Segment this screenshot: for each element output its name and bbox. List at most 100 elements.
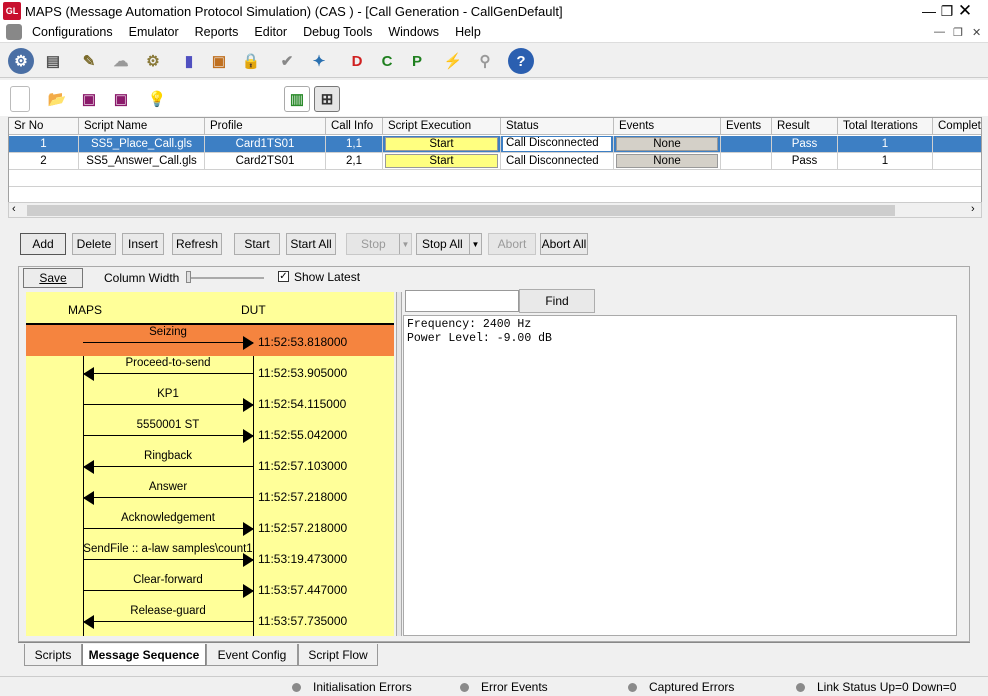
col-script-name[interactable]: Script Name — [79, 118, 205, 135]
restore-button[interactable]: ❐ — [938, 2, 956, 20]
report-d-icon[interactable]: D — [344, 48, 370, 74]
mdi-close-button[interactable]: ✕ — [972, 26, 981, 39]
menu-windows[interactable]: Windows — [380, 25, 447, 39]
menu-editor[interactable]: Editor — [246, 25, 295, 39]
table-cell-script[interactable]: SS5_Answer_Call.gls — [79, 153, 205, 170]
menu-emulator[interactable]: Emulator — [121, 25, 187, 39]
menu-configurations[interactable]: Configurations — [24, 25, 121, 39]
table-cell-complete[interactable] — [933, 153, 981, 170]
col-total-iterations[interactable]: Total Iterations — [838, 118, 933, 135]
scroll-right-icon[interactable]: › — [971, 203, 975, 215]
col-script-execution[interactable]: Script Execution — [383, 118, 501, 135]
insert-button[interactable]: Insert — [122, 233, 164, 255]
table-cell-script[interactable]: SS5_Place_Call.gls — [79, 136, 205, 153]
mdi-restore-button[interactable]: ❐ — [953, 26, 963, 39]
sequence-save-button[interactable]: Save — [23, 268, 83, 288]
sequence-message[interactable]: 5550001 ST 11:52:55.042000 — [26, 418, 394, 449]
save-as-icon[interactable]: ▣ — [108, 86, 134, 112]
cloud-icon[interactable]: ☁ — [108, 48, 134, 74]
tab-event-config[interactable]: Event Config — [206, 644, 298, 666]
tab-script-flow[interactable]: Script Flow — [298, 644, 378, 666]
table-cell-result[interactable]: Pass — [772, 136, 838, 153]
pane-splitter[interactable] — [396, 292, 402, 636]
tab-scripts[interactable]: Scripts — [24, 644, 82, 666]
new-file-icon[interactable] — [10, 86, 30, 112]
sequence-message[interactable]: SendFile :: a-law samples\count1 11:53:19… — [26, 542, 394, 573]
col-events-2[interactable]: Events — [721, 118, 772, 135]
events-button[interactable]: None — [616, 154, 718, 168]
sequence-message[interactable]: Clear-forward 11:53:57.447000 — [26, 573, 394, 604]
status-captured-errors[interactable]: Captured Errors — [628, 680, 734, 694]
lock-file-icon[interactable]: 🔒 — [238, 48, 264, 74]
table-cell-sr[interactable]: 2 — [9, 153, 79, 170]
table-cell-complete[interactable] — [933, 136, 981, 153]
menu-reports[interactable]: Reports — [187, 25, 247, 39]
show-latest-checkbox[interactable]: ✓ — [278, 271, 289, 282]
col-sr-no[interactable]: Sr No — [9, 118, 79, 135]
sequence-message[interactable]: Ringback 11:52:57.103000 — [26, 449, 394, 480]
sequence-message[interactable]: Seizing 11:52:53.818000 — [26, 325, 394, 356]
sequence-message[interactable]: Answer 11:52:57.218000 — [26, 480, 394, 511]
disconnect-icon[interactable]: ⚲ — [472, 48, 498, 74]
start-script-button[interactable]: Start — [385, 154, 498, 168]
refresh-button[interactable]: Refresh — [172, 233, 222, 255]
sequence-message[interactable]: Release-guard 11:53:57.735000 — [26, 604, 394, 635]
start-script-button[interactable]: Start — [385, 137, 498, 151]
table-cell-iterations[interactable]: 1 — [838, 153, 933, 170]
table-cell-callinfo[interactable]: 2,1 — [326, 153, 383, 170]
tools-icon[interactable]: ✦ — [306, 48, 332, 74]
open-folder-icon[interactable]: 📂 — [44, 86, 70, 112]
abort-all-button[interactable]: Abort All — [540, 233, 588, 255]
abort-button[interactable]: Abort — [488, 233, 536, 255]
sequence-message[interactable]: Acknowledgement 11:52:57.218000 — [26, 511, 394, 542]
find-button[interactable]: Find — [519, 289, 595, 313]
gear-icon[interactable]: ⚙ — [8, 48, 34, 74]
add-button[interactable]: Add — [20, 233, 66, 255]
col-profile[interactable]: Profile — [205, 118, 326, 135]
col-call-info[interactable]: Call Info — [326, 118, 383, 135]
tab-message-sequence[interactable]: Message Sequence — [82, 644, 206, 666]
mdi-minimize-button[interactable]: — — [934, 26, 945, 38]
col-complete[interactable]: Complete — [933, 118, 981, 135]
app-menu-icon[interactable] — [6, 24, 22, 40]
table-cell-sr[interactable]: 1 — [9, 136, 79, 153]
table-cell-callinfo[interactable]: 1,1 — [326, 136, 383, 153]
table-cell-events2[interactable] — [721, 153, 772, 170]
column-width-slider[interactable] — [186, 277, 264, 279]
layout-vertical-icon[interactable]: ▥ — [284, 86, 310, 112]
layout-tree-icon[interactable]: ⊞ — [314, 86, 340, 112]
table-cell-result[interactable]: Pass — [772, 153, 838, 170]
table-cell-events2[interactable] — [721, 136, 772, 153]
database-icon[interactable]: ▮ — [176, 48, 202, 74]
minimize-button[interactable]: — — [920, 2, 938, 20]
column-width-slider-thumb[interactable] — [186, 271, 191, 283]
report-p-icon[interactable]: P — [404, 48, 430, 74]
stop-all-dropdown-icon[interactable]: ▼ — [469, 234, 481, 254]
status-link-status[interactable]: Link Status Up=0 Down=0 — [796, 680, 956, 694]
check-tool-icon[interactable]: ✔ — [274, 48, 300, 74]
gears-icon[interactable]: ⚙ — [140, 48, 166, 74]
status-initialisation-errors[interactable]: Initialisation Errors — [292, 680, 412, 694]
table-cell-iterations[interactable]: 1 — [838, 136, 933, 153]
sequence-message[interactable]: KP1 11:52:54.115000 — [26, 387, 394, 418]
save-icon[interactable]: ▣ — [76, 86, 102, 112]
col-events[interactable]: Events — [614, 118, 721, 135]
help-icon[interactable]: ? — [508, 48, 534, 74]
table-horizontal-scrollbar[interactable]: ‹ › — [8, 202, 982, 218]
delete-button[interactable]: Delete — [72, 233, 116, 255]
stop-button[interactable]: Stop ▼ — [346, 233, 412, 255]
scroll-left-icon[interactable]: ‹ — [12, 203, 16, 215]
close-button[interactable]: ✕ — [956, 2, 974, 20]
col-status[interactable]: Status — [501, 118, 614, 135]
start-all-button[interactable]: Start All — [286, 233, 336, 255]
script-edit-icon[interactable]: ✎ — [76, 48, 102, 74]
scrollbar-thumb[interactable] — [27, 205, 895, 216]
sequence-message[interactable]: Proceed-to-send 11:52:53.905000 — [26, 356, 394, 387]
col-result[interactable]: Result — [772, 118, 838, 135]
message-detail-text[interactable]: Frequency: 2400 Hz Power Level: -9.00 dB — [403, 315, 957, 636]
briefcase-icon[interactable]: ▣ — [206, 48, 232, 74]
cards-icon[interactable]: ▤ — [40, 48, 66, 74]
table-cell-profile[interactable]: Card1TS01 — [205, 136, 326, 153]
menu-help[interactable]: Help — [447, 25, 489, 39]
events-button[interactable]: None — [616, 137, 718, 151]
